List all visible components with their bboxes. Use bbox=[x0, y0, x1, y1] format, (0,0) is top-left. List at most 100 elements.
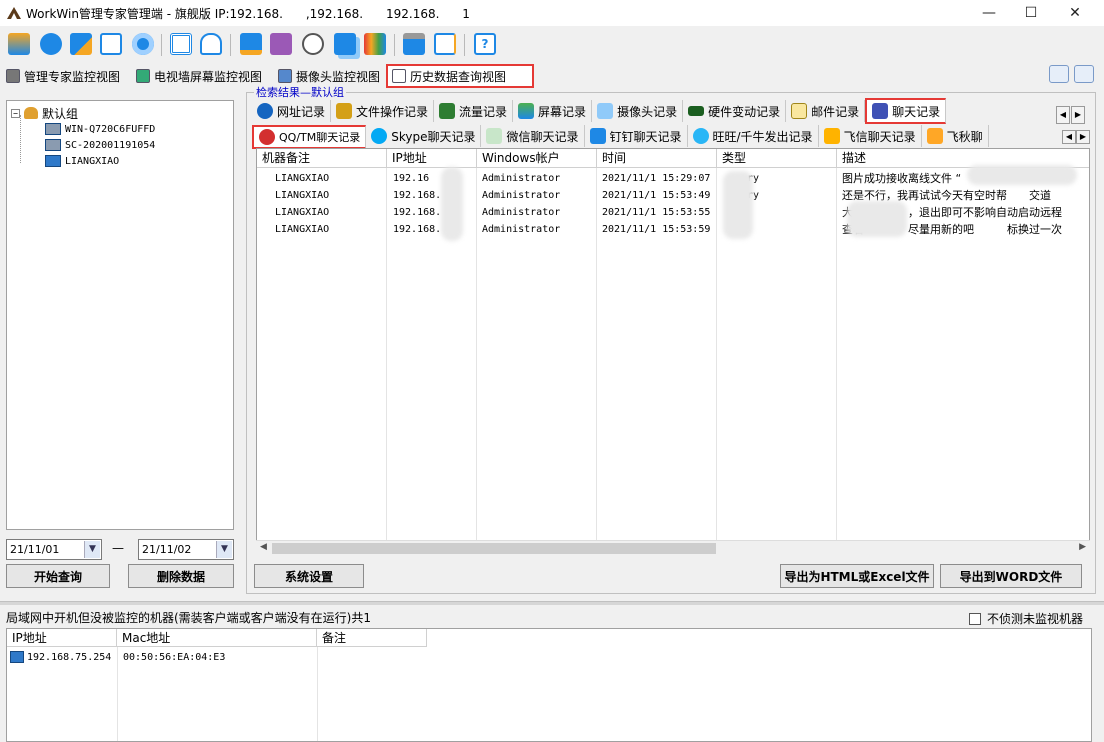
start-query-button[interactable]: 开始查询 bbox=[6, 564, 110, 588]
toolbar-separator bbox=[464, 34, 465, 56]
cell-machine[interactable]: LIANGXIAO bbox=[275, 221, 329, 238]
chat-icon bbox=[872, 103, 889, 119]
machine-tree: − 默认组 WIN-Q720C6FUFFD SC-202001191054 LI… bbox=[6, 100, 234, 530]
cell-ip[interactable]: 192.168. bbox=[393, 204, 441, 221]
collapse-icon[interactable]: − bbox=[11, 108, 20, 118]
tab-dingtalk-chat[interactable]: 钉钉聊天记录 bbox=[585, 125, 688, 147]
cell-account[interactable]: Administrator bbox=[482, 221, 560, 238]
list-view-icon[interactable] bbox=[1074, 65, 1094, 83]
tree-machine[interactable]: LIANGXIAO bbox=[45, 153, 119, 169]
stack-icon[interactable] bbox=[8, 33, 30, 55]
redaction-blur bbox=[441, 167, 463, 241]
tab-camera-records[interactable]: 摄像头记录 bbox=[592, 100, 684, 122]
chevron-down-icon[interactable]: ▼ bbox=[84, 541, 100, 558]
tab-qq-chat[interactable]: QQ/TM聊天记录 bbox=[252, 125, 367, 149]
cell-ip[interactable]: 192.168. bbox=[393, 187, 441, 204]
tab-feiq-chat[interactable]: 飞秋聊 bbox=[922, 125, 989, 147]
magnifier-icon[interactable] bbox=[302, 33, 324, 55]
monitor-icon[interactable] bbox=[240, 33, 262, 55]
export-word-button[interactable]: 导出到WORD文件 bbox=[940, 564, 1082, 588]
cell-time[interactable]: 2021/11/1 15:53:55 bbox=[602, 204, 710, 221]
chat-scroll-right-icon[interactable]: ▶ bbox=[1076, 130, 1090, 144]
lan-cell-ip[interactable]: 192.168.75.254 bbox=[27, 649, 111, 666]
horizontal-scrollbar[interactable]: ◀ ▶ bbox=[256, 540, 1090, 556]
cell-time[interactable]: 2021/11/1 15:53:49 bbox=[602, 187, 710, 204]
cell-time[interactable]: 2021/11/1 15:29:07 bbox=[602, 170, 710, 187]
ip-icon[interactable] bbox=[403, 33, 425, 55]
column-header[interactable]: IP地址 bbox=[7, 629, 117, 647]
scroll-left-icon[interactable]: ◀ bbox=[260, 542, 267, 552]
tab-skype-chat[interactable]: Skype聊天记录 bbox=[366, 125, 482, 147]
tab-mail-records[interactable]: 邮件记录 bbox=[786, 100, 866, 122]
tab-tv-wall-view[interactable]: 电视墙屏幕监控视图 bbox=[132, 66, 266, 86]
title-bar: WorkWin管理专家管理端 - 旗舰版 IP:192.168. ,192.16… bbox=[0, 0, 1104, 26]
tab-fetion-chat[interactable]: 飞信聊天记录 bbox=[819, 125, 922, 147]
tab-screen-records[interactable]: 屏幕记录 bbox=[513, 100, 593, 122]
windows-icon[interactable] bbox=[334, 33, 356, 55]
tab-wangwang-chat[interactable]: 旺旺/千牛发出记录 bbox=[688, 125, 819, 147]
ignore-unmonitored-checkbox[interactable]: 不侦测未监视机器 bbox=[969, 610, 1083, 627]
start-date-picker[interactable]: 21/11/01 ▼ bbox=[6, 539, 102, 560]
tab-file-records[interactable]: 文件操作记录 bbox=[331, 100, 435, 122]
minimize-button[interactable]: — bbox=[966, 0, 1012, 26]
tab-management-view[interactable]: 管理专家监控视图 bbox=[2, 66, 124, 86]
cell-ip[interactable]: 192.168. bbox=[393, 221, 441, 238]
column-header[interactable]: 备注 bbox=[317, 629, 427, 647]
results-caption: 检索结果—默认组 bbox=[254, 84, 346, 100]
tree-machine[interactable]: WIN-Q720C6FUFFD bbox=[45, 121, 155, 137]
chevron-down-icon[interactable]: ▼ bbox=[216, 541, 232, 558]
chat-scroll-left-icon[interactable]: ◀ bbox=[1062, 130, 1076, 144]
tab-wechat-chat[interactable]: 微信聊天记录 bbox=[481, 125, 585, 147]
cell-ip[interactable]: 192.16 bbox=[393, 170, 429, 187]
panel-splitter[interactable] bbox=[0, 601, 1104, 605]
tab-traffic-records[interactable]: 流量记录 bbox=[434, 100, 514, 122]
tab-scroll-left-icon[interactable]: ◀ bbox=[1056, 106, 1070, 124]
cell-machine[interactable]: LIANGXIAO bbox=[275, 204, 329, 221]
file-search-icon[interactable] bbox=[100, 33, 122, 55]
globe-icon[interactable] bbox=[40, 33, 62, 55]
maximize-button[interactable]: ☐ bbox=[1008, 0, 1054, 26]
column-header[interactable]: Windows帐户 bbox=[477, 149, 597, 168]
column-header[interactable]: 机器备注 bbox=[257, 149, 387, 168]
tab-url-records[interactable]: 网址记录 bbox=[252, 100, 332, 122]
tab-label: 聊天记录 bbox=[892, 104, 941, 119]
cell-machine[interactable]: LIANGXIAO bbox=[275, 170, 329, 187]
column-header[interactable]: Mac地址 bbox=[117, 629, 317, 647]
tab-camera-view[interactable]: 摄像头监控视图 bbox=[274, 66, 384, 86]
camera-icon bbox=[597, 103, 614, 119]
fetion-icon bbox=[823, 128, 840, 144]
delete-data-button[interactable]: 删除数据 bbox=[128, 564, 234, 588]
system-settings-button[interactable]: 系统设置 bbox=[254, 564, 364, 588]
tab-chat-records[interactable]: 聊天记录 bbox=[865, 98, 947, 124]
cell-machine[interactable]: LIANGXIAO bbox=[275, 187, 329, 204]
lan-cell-mac[interactable]: 00:50:56:EA:04:E3 bbox=[123, 649, 225, 666]
grid-icon[interactable] bbox=[170, 33, 192, 55]
tab-history-view[interactable]: 历史数据查询视图 bbox=[386, 64, 534, 88]
chart-icon[interactable] bbox=[364, 33, 386, 55]
cell-time[interactable]: 2021/11/1 15:53:59 bbox=[602, 221, 710, 238]
close-button[interactable]: ✕ bbox=[1052, 0, 1098, 26]
column-header[interactable]: 类型 bbox=[717, 149, 837, 168]
screen-settings-icon[interactable] bbox=[70, 33, 92, 55]
cell-account[interactable]: Administrator bbox=[482, 204, 560, 221]
gear-icon[interactable] bbox=[132, 33, 154, 55]
tree-root[interactable]: − 默认组 bbox=[11, 105, 78, 121]
cell-account[interactable]: Administrator bbox=[482, 170, 560, 187]
checkbox-box[interactable] bbox=[969, 612, 981, 625]
scrollbar-thumb[interactable] bbox=[272, 543, 716, 554]
export-html-excel-button[interactable]: 导出为HTML或Excel文件 bbox=[780, 564, 934, 588]
machine-name: WIN-Q720C6FUFFD bbox=[65, 123, 156, 135]
lock-icon[interactable] bbox=[200, 33, 222, 55]
column-header[interactable]: IP地址 bbox=[387, 149, 477, 168]
column-header[interactable]: 时间 bbox=[597, 149, 717, 168]
cast-icon[interactable] bbox=[270, 33, 292, 55]
scroll-right-icon[interactable]: ▶ bbox=[1079, 542, 1086, 552]
cell-account[interactable]: Administrator bbox=[482, 187, 560, 204]
tab-hardware-records[interactable]: 硬件变动记录 bbox=[683, 100, 787, 122]
report-icon[interactable] bbox=[434, 33, 456, 55]
end-date-picker[interactable]: 21/11/02 ▼ bbox=[138, 539, 234, 560]
tree-machine[interactable]: SC-202001191054 bbox=[45, 137, 155, 153]
search-icon[interactable] bbox=[1049, 65, 1069, 83]
tab-scroll-right-icon[interactable]: ▶ bbox=[1071, 106, 1085, 124]
help-icon[interactable]: ? bbox=[474, 33, 496, 55]
